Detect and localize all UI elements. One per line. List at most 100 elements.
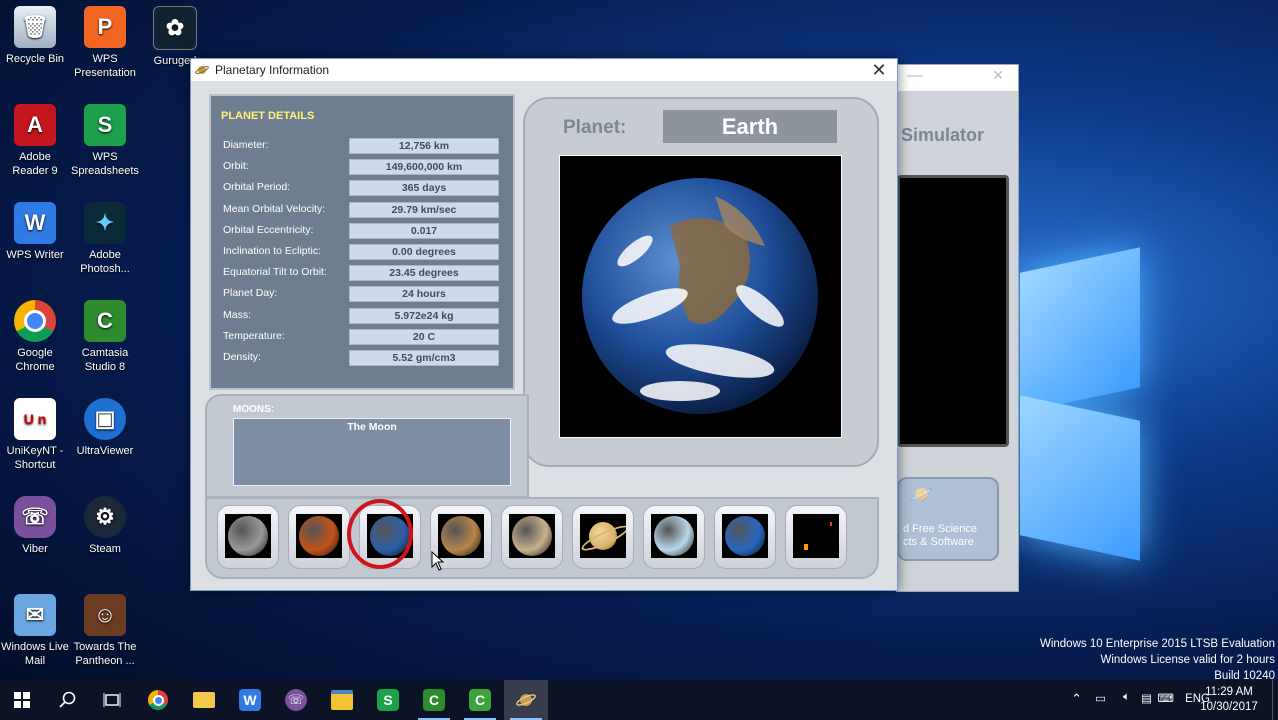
taskbar-camtasia-recorder[interactable]: C (458, 680, 502, 720)
detail-label: Orbital Eccentricity: (223, 223, 314, 236)
dialog-titlebar[interactable]: Planetary Information (191, 59, 897, 81)
task-view-button[interactable] (90, 680, 134, 720)
show-desktop-button[interactable] (1272, 680, 1278, 720)
planet-thumb-jupiter[interactable] (501, 505, 563, 569)
adobe-reader-icon: A (14, 104, 56, 146)
detail-row: Equatorial Tilt to Orbit: 23.45 degrees (223, 265, 508, 282)
venus-disc (299, 516, 339, 556)
network-icon[interactable]: ▤ (1141, 691, 1152, 705)
planet-label: Planet: (563, 117, 627, 138)
moon-item[interactable]: The Moon (234, 421, 510, 433)
simulator-screen (897, 175, 1009, 447)
taskbar-file-explorer[interactable] (320, 680, 364, 720)
saturn-app-icon (516, 694, 536, 706)
mercury-thumbnail-image (225, 514, 271, 558)
dialog-title: Planetary Information (215, 63, 330, 77)
detail-label: Orbit: (223, 160, 249, 173)
close-button[interactable]: ✕ (867, 60, 891, 80)
simulator-window-background[interactable]: — ✕ Simulator 🪐 d Free Science cts & Sof… (896, 64, 1019, 592)
saturn-thumbnail-image (580, 514, 626, 558)
promo-text: d Free Science cts & Software (903, 523, 977, 548)
google-chrome-icon (14, 300, 56, 342)
desktop-icon-viber[interactable]: ☏ Viber (0, 496, 70, 556)
planet-view-frame: Planet: Earth (523, 97, 879, 467)
taskbar-chrome[interactable] (136, 680, 180, 720)
taskbar-wps-writer[interactable]: W (228, 680, 272, 720)
desktop-icon-ultraviewer[interactable]: ▣ UltraViewer (70, 398, 140, 458)
taskbar-camtasia[interactable]: C (412, 680, 456, 720)
desktop-icon-wps-presentation[interactable]: P WPS Presentation (70, 6, 140, 80)
planetary-information-dialog[interactable]: Planetary Information ✕ PLANET DETAILS D… (190, 58, 898, 591)
simulator-titlebar[interactable]: — ✕ (897, 65, 1018, 91)
desktop-icon-wps-spreadsheets[interactable]: S WPS Spreadsheets (70, 104, 140, 178)
detail-label: Inclination to Ecliptic: (223, 245, 322, 257)
desktop-icon-windows-live-mail[interactable]: ✉ Windows Live Mail (0, 594, 70, 668)
desktop-icon-google-chrome[interactable]: Google Chrome (0, 300, 70, 374)
wps-writer-icon: W (239, 689, 261, 711)
planet-selector-bar (205, 497, 879, 579)
jupiter-thumbnail-image (509, 514, 555, 558)
task-view-icon (103, 693, 121, 707)
detail-label: Mean Orbital Velocity: (223, 202, 326, 215)
taskbar-wps-spreadsheets[interactable]: S (366, 680, 410, 720)
detail-label: Equatorial Tilt to Orbit: (223, 266, 327, 279)
folder-icon (193, 692, 215, 708)
close-icon[interactable]: ✕ (992, 67, 1004, 84)
battery-icon[interactable]: ▭ (1095, 691, 1106, 705)
wps-presentation-icon: P (84, 6, 126, 48)
moons-list[interactable]: The Moon (233, 418, 511, 486)
detail-value: 5.52 gm/cm3 (349, 350, 499, 366)
planet-thumb-uranus[interactable] (643, 505, 705, 569)
camtasia-icon: C (423, 689, 445, 711)
jupiter-disc (512, 516, 552, 556)
start-button[interactable] (0, 680, 44, 720)
desktop-icon-towards-the-pantheon[interactable]: ☺ Towards The Pantheon ... (70, 594, 140, 668)
clock[interactable]: 11:29 AM 10/30/2017 (1194, 685, 1264, 715)
planet-thumb-neptune[interactable] (714, 505, 776, 569)
viber-icon: ☏ (285, 689, 307, 711)
desktop-icon-camtasia[interactable]: C Camtasia Studio 8 (70, 300, 140, 374)
planet-thumb-saturn[interactable] (572, 505, 634, 569)
detail-value: 23.45 degrees (349, 265, 499, 282)
volume-icon[interactable]: 🔈︎ (1123, 691, 1130, 704)
detail-label: Planet Day: (223, 287, 278, 300)
recycle-bin-icon: 🗑 (14, 6, 56, 48)
detail-label: Mass: (223, 308, 252, 321)
planet-thumb-mercury[interactable] (217, 505, 279, 569)
pluto-thumbnail-image (793, 514, 839, 558)
desktop-icon-adobe-reader[interactable]: A Adobe Reader 9 (0, 104, 70, 178)
watermark-line: Windows License valid for 2 hours (1100, 654, 1276, 666)
chevron-up-icon[interactable]: ⌃ (1071, 691, 1082, 707)
planet-thumb-pluto[interactable] (785, 505, 847, 569)
promo-banner[interactable]: 🪐 d Free Science cts & Software (897, 477, 999, 561)
saturn-disc (580, 521, 626, 555)
taskbar-solar-system-app[interactable] (504, 680, 548, 720)
desktop-icon-wps-writer[interactable]: W WPS Writer (0, 202, 70, 262)
detail-value: 0.00 degrees (349, 244, 499, 260)
adobe-photoshop-icon: ✦ (84, 202, 126, 244)
detail-value: 12,756 km (349, 138, 499, 154)
desktop-icon-unikeynt[interactable]: U n UniKeyNT - Shortcut (0, 398, 70, 472)
moons-heading: MOONS: (233, 404, 275, 415)
clock-time: 11:29 AM (1205, 686, 1253, 698)
taskbar-folder[interactable] (182, 680, 226, 720)
desktop-icon-steam[interactable]: ⚙ Steam (70, 496, 140, 556)
mercury-disc (228, 516, 268, 556)
taskbar-viber[interactable]: ☏ (274, 680, 318, 720)
saturn-app-icon (195, 63, 209, 77)
details-heading: PLANET DETAILS (221, 110, 315, 122)
minimize-icon[interactable]: — (907, 67, 923, 85)
uranus-disc (654, 516, 694, 556)
ultraviewer-icon: ▣ (84, 398, 126, 440)
wps-spreadsheets-icon: S (84, 104, 126, 146)
neptune-thumbnail-image (722, 514, 768, 558)
planet-thumb-venus[interactable] (288, 505, 350, 569)
detail-label: Diameter: (223, 139, 269, 151)
chrome-icon (148, 690, 168, 710)
keyboard-icon[interactable]: ⌨ (1157, 691, 1174, 705)
detail-value: 24 hours (349, 286, 499, 303)
clock-date: 10/30/2017 (1200, 701, 1258, 713)
desktop-icon-recycle-bin[interactable]: 🗑 Recycle Bin (0, 6, 70, 66)
desktop-icon-adobe-photoshop[interactable]: ✦ Adobe Photosh... (70, 202, 140, 276)
search-button[interactable] (46, 680, 90, 720)
